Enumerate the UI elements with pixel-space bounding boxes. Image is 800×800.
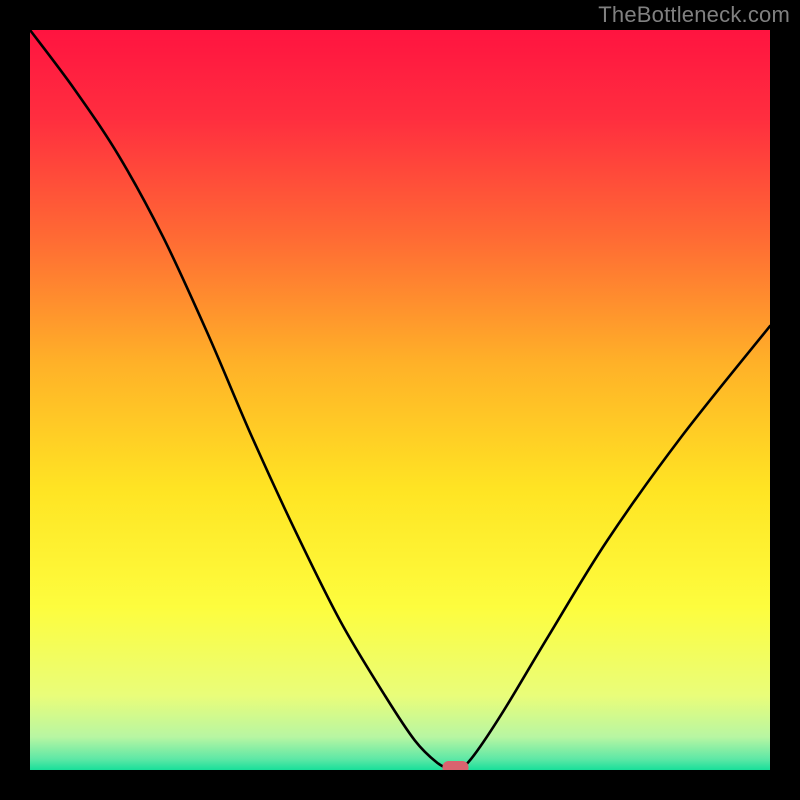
plot-area — [30, 30, 770, 770]
bottleneck-chart — [30, 30, 770, 770]
gradient-background — [30, 30, 770, 770]
optimum-marker — [443, 761, 469, 770]
watermark-text: TheBottleneck.com — [598, 2, 790, 28]
chart-frame: TheBottleneck.com — [0, 0, 800, 800]
